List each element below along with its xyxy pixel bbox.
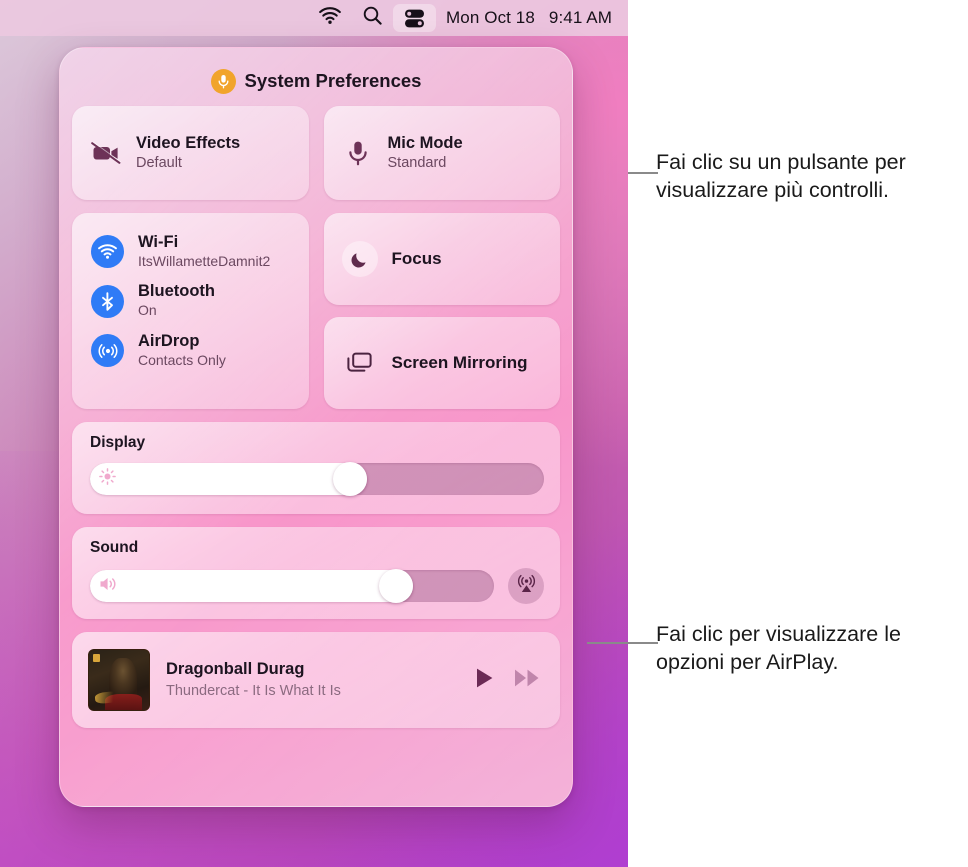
fast-forward-button[interactable] xyxy=(514,668,540,693)
menubar-wifi-button[interactable] xyxy=(308,4,352,32)
sound-slider[interactable] xyxy=(90,569,494,603)
screenshot-root: Mon Oct 18 9:41 AM System Preferences Vi… xyxy=(0,0,968,867)
middle-tiles-row: Wi-Fi ItsWillametteDamnit2 Bluetooth On … xyxy=(72,213,560,409)
menubar-clock[interactable]: Mon Oct 18 9:41 AM xyxy=(436,8,616,28)
callout-leader-2 xyxy=(587,642,658,644)
mic-mode-value: Standard xyxy=(387,155,447,172)
sound-slider-knob[interactable] xyxy=(379,569,414,603)
menu-bar: Mon Oct 18 9:41 AM xyxy=(0,0,628,36)
focus-label: Focus xyxy=(391,249,442,268)
video-effects-tile[interactable]: Video Effects Default xyxy=(72,106,309,200)
wifi-value: ItsWillametteDamnit2 xyxy=(138,252,271,269)
wifi-row[interactable]: Wi-Fi ItsWillametteDamnit2 xyxy=(72,227,309,276)
airdrop-row[interactable]: AirDrop Contacts Only xyxy=(72,326,309,375)
mic-mode-title: Mic Mode xyxy=(387,133,463,152)
display-slider-fill xyxy=(90,463,367,495)
sound-label: Sound xyxy=(90,539,139,556)
bluetooth-row[interactable]: Bluetooth On xyxy=(72,276,309,325)
bluetooth-icon xyxy=(91,284,124,318)
focus-mirroring-column: Focus Screen Mirroring xyxy=(323,213,560,409)
now-playing-subtitle: Thundercat - It Is What It Is xyxy=(166,683,341,700)
moon-icon xyxy=(341,241,378,277)
callout-text-1: Fai clic su un pulsante per visualizzare… xyxy=(656,150,906,203)
screen-mirroring-icon xyxy=(342,351,378,375)
video-effects-title: Video Effects xyxy=(136,133,241,152)
callout-leader-1 xyxy=(628,172,658,174)
menubar-control-center-button[interactable] xyxy=(393,4,437,32)
play-icon xyxy=(475,667,494,694)
screen-mirroring-tile[interactable]: Screen Mirroring xyxy=(323,317,560,409)
focus-tile[interactable]: Focus xyxy=(323,213,560,305)
connectivity-group: Wi-Fi ItsWillametteDamnit2 Bluetooth On … xyxy=(72,213,309,409)
speaker-icon xyxy=(99,576,119,597)
display-label: Display xyxy=(90,434,146,451)
play-button[interactable] xyxy=(475,667,494,694)
wifi-icon xyxy=(91,235,124,269)
sound-card: Sound xyxy=(72,527,560,619)
bluetooth-value: On xyxy=(138,302,157,319)
display-card: Display xyxy=(72,422,560,514)
airplay-audio-button[interactable] xyxy=(508,568,544,604)
now-playing-controls xyxy=(475,667,540,694)
video-off-icon xyxy=(91,141,121,165)
fast-forward-icon xyxy=(514,668,540,693)
menubar-time: 9:41 AM xyxy=(548,8,612,27)
sound-slider-fill xyxy=(90,570,414,602)
bluetooth-title: Bluetooth xyxy=(138,282,215,301)
screen-mirroring-label: Screen Mirroring xyxy=(391,353,528,372)
search-icon xyxy=(363,6,382,30)
now-playing-title: Dragonball Durag xyxy=(166,659,305,678)
macos-screenshot: Mon Oct 18 9:41 AM System Preferences Vi… xyxy=(0,0,628,867)
now-playing-text: Dragonball Durag Thundercat - It Is What… xyxy=(166,660,459,701)
menubar-spotlight-button[interactable] xyxy=(352,4,393,32)
airplay-audio-icon xyxy=(516,573,537,599)
menubar-date: Mon Oct 18 xyxy=(446,8,535,27)
wifi-title: Wi-Fi xyxy=(138,233,179,251)
page-title: System Preferences xyxy=(244,70,422,91)
wifi-icon xyxy=(319,7,341,29)
microphone-icon xyxy=(343,140,373,166)
panel-title-row: System Preferences xyxy=(72,58,560,104)
microphone-icon xyxy=(210,68,236,94)
top-tiles-row: Video Effects Default Mic Mode Standard xyxy=(72,106,560,200)
airdrop-title: AirDrop xyxy=(138,331,200,350)
mic-mode-tile[interactable]: Mic Mode Standard xyxy=(323,106,560,200)
brightness-icon xyxy=(99,468,116,490)
control-center-icon xyxy=(404,9,425,28)
now-playing-card[interactable]: Dragonball Durag Thundercat - It Is What… xyxy=(72,632,560,728)
display-slider-row xyxy=(90,462,544,496)
album-artwork xyxy=(88,649,150,711)
video-effects-value: Default xyxy=(136,155,182,172)
callout-text-2: Fai clic per visualizzare le opzioni per… xyxy=(656,622,901,675)
display-slider[interactable] xyxy=(90,462,544,496)
sound-slider-row xyxy=(90,568,544,604)
control-center-panel: System Preferences Video Effects Default… xyxy=(59,47,573,807)
airdrop-icon xyxy=(91,334,124,368)
airdrop-value: Contacts Only xyxy=(138,351,226,368)
display-slider-knob[interactable] xyxy=(332,462,367,496)
